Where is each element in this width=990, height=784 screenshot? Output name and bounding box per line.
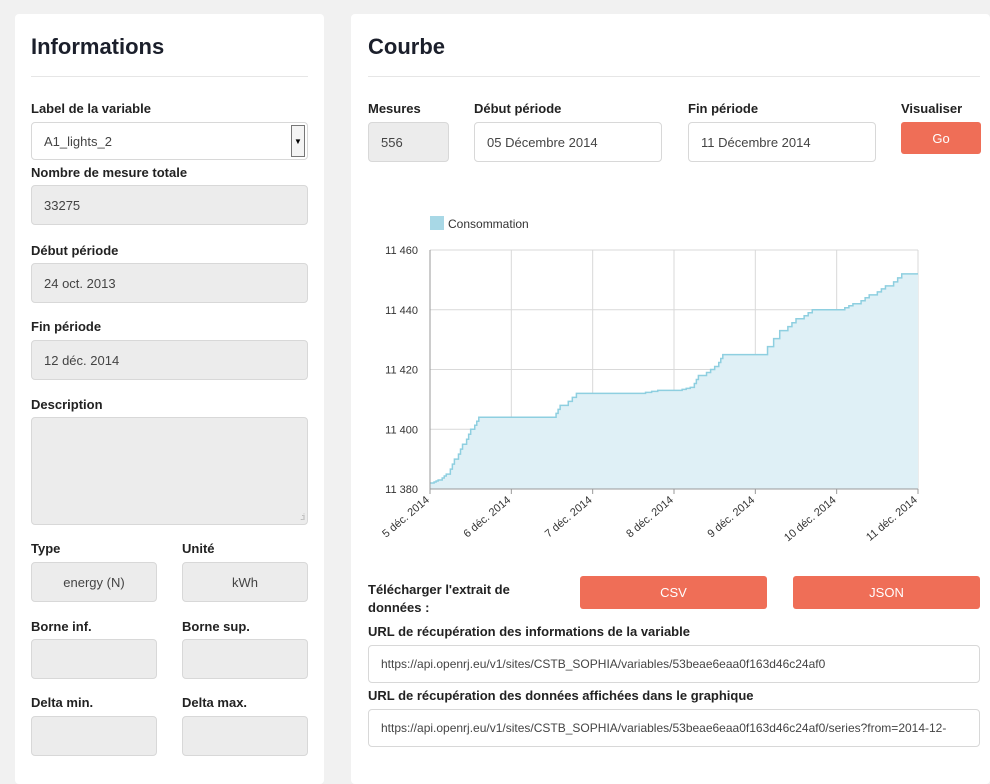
url-data-field[interactable]: https://api.openrj.eu/v1/sites/CSTB_SOPH… [368, 709, 980, 747]
telecharger-label-line-2: données : [368, 600, 430, 615]
fin-periode-label: Fin période [31, 319, 102, 334]
informations-title: Informations [31, 34, 165, 59]
debut-periode-label: Début période [31, 243, 119, 258]
resize-grip-icon[interactable]: .:i [300, 512, 305, 522]
x-tick-label: 9 déc. 2014 [706, 494, 758, 540]
url-data-label: URL de récupération des données affichée… [368, 688, 754, 703]
fin-periode-value: 12 déc. 2014 [44, 352, 120, 368]
informations-panel: Informations Label de la variable A1_lig… [15, 14, 324, 784]
variable-select[interactable]: A1_lights_2 ▼ [31, 122, 308, 160]
x-tick-label: 10 déc. 2014 [782, 494, 838, 544]
unite-label: Unité [182, 541, 215, 556]
variable-label: Label de la variable [31, 101, 151, 116]
legend-swatch [430, 216, 444, 230]
debut-periode-value: 24 oct. 2013 [44, 275, 116, 291]
csv-button[interactable]: CSV [580, 576, 767, 609]
unite-value: kWh [232, 574, 258, 590]
y-tick-label: 11 460 [385, 245, 418, 257]
json-button[interactable]: JSON [793, 576, 980, 609]
borne-sup-field[interactable] [182, 639, 308, 679]
y-tick-label: 11 380 [385, 484, 418, 496]
delta-min-label: Delta min. [31, 695, 94, 710]
unite-field[interactable]: kWh [182, 562, 308, 602]
type-label: Type [31, 541, 61, 556]
telecharger-label-line-1: Télécharger l'extrait de [368, 582, 510, 597]
x-tick-label: 5 déc. 2014 [380, 494, 432, 540]
url-info-label: URL de récupération des informations de … [368, 624, 690, 639]
y-tick-label: 11 440 [385, 305, 418, 317]
chevron-down-icon[interactable]: ▼ [291, 125, 305, 157]
borne-inf-field[interactable] [31, 639, 157, 679]
telecharger-label: Télécharger l'extrait de données : [368, 581, 510, 617]
borne-sup-label: Borne sup. [182, 619, 250, 634]
nb-mesures-field[interactable]: 33275 [31, 185, 308, 225]
url-data-value: https://api.openrj.eu/v1/sites/CSTB_SOPH… [381, 721, 947, 735]
type-value: energy (N) [63, 574, 125, 590]
x-tick-label: 6 déc. 2014 [462, 494, 514, 540]
variable-select-value: A1_lights_2 [44, 133, 112, 149]
x-tick-label: 11 déc. 2014 [864, 494, 920, 544]
delta-min-field[interactable] [31, 716, 157, 756]
y-tick-label: 11 420 [385, 365, 418, 377]
delta-max-label: Delta max. [182, 695, 248, 710]
informations-divider [31, 76, 308, 77]
url-info-value: https://api.openrj.eu/v1/sites/CSTB_SOPH… [381, 657, 826, 671]
description-label: Description [31, 397, 103, 412]
delta-max-field[interactable] [182, 716, 308, 756]
borne-inf-label: Borne inf. [31, 619, 92, 634]
x-tick-label: 7 déc. 2014 [543, 494, 595, 540]
nb-mesures-value: 33275 [44, 197, 81, 213]
x-tick-label: 8 déc. 2014 [624, 494, 676, 540]
legend-label: Consommation [448, 217, 529, 231]
url-info-field[interactable]: https://api.openrj.eu/v1/sites/CSTB_SOPH… [368, 645, 980, 683]
y-tick-label: 11 400 [385, 424, 418, 436]
type-field[interactable]: energy (N) [31, 562, 157, 602]
fin-periode-field[interactable]: 12 déc. 2014 [31, 340, 308, 380]
description-textarea[interactable]: .:i [31, 417, 308, 525]
debut-periode-field[interactable]: 24 oct. 2013 [31, 263, 308, 303]
consommation-chart: 11 380 11 400 11 420 11 440 11 460 5 déc. 201… [380, 216, 920, 544]
nb-mesures-label: Nombre de mesure totale [31, 165, 188, 180]
courbe-panel: Courbe Mesures Début période Fin période… [351, 14, 990, 784]
